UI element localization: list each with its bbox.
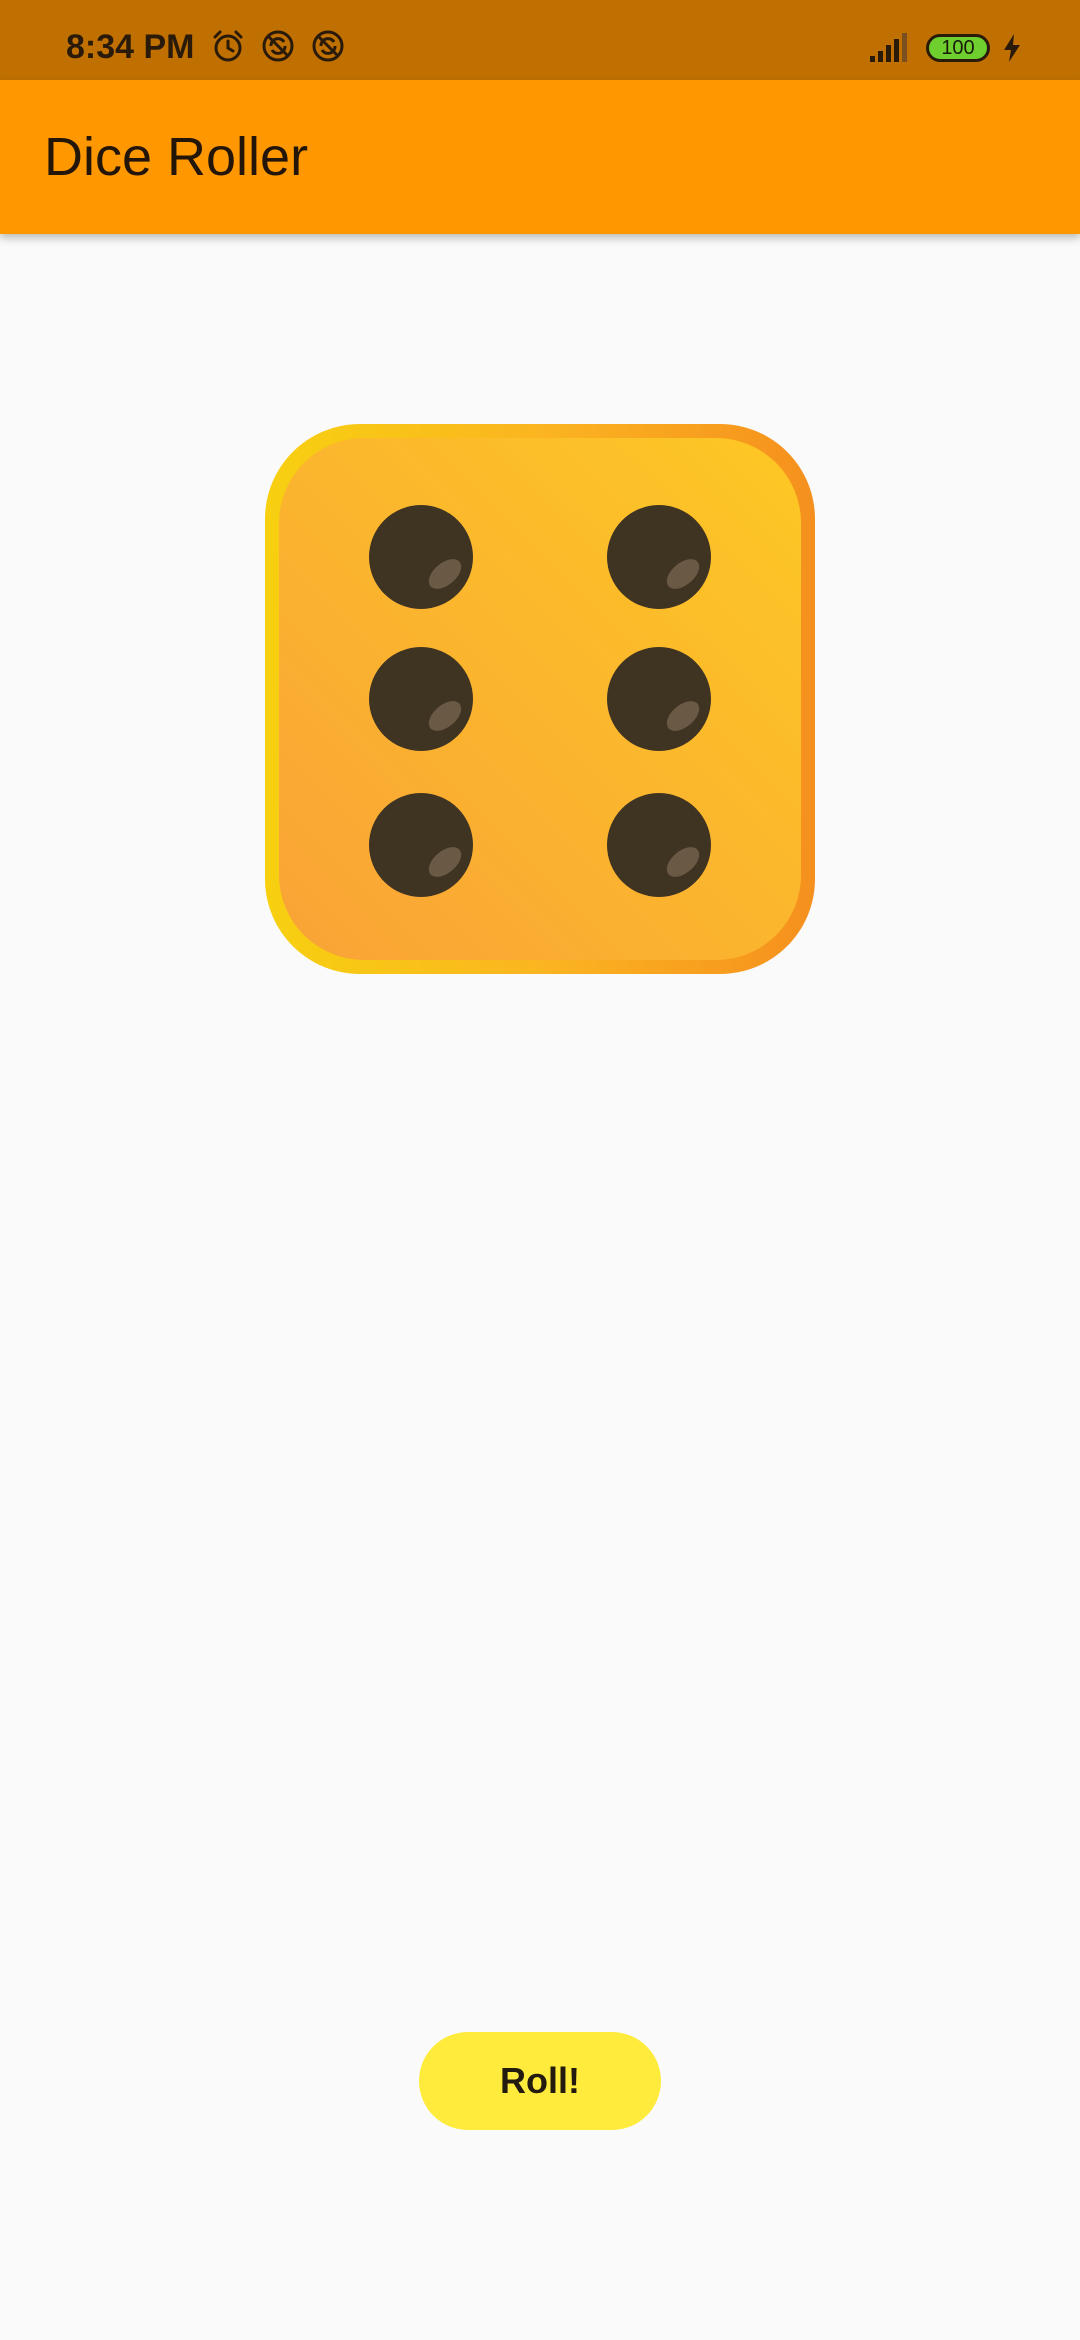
dice-pip: [607, 647, 711, 751]
status-time: 8:34 PM: [66, 28, 195, 66]
app-title: Dice Roller: [44, 127, 309, 187]
alarm-icon: [213, 30, 243, 62]
dice-pip: [607, 505, 711, 609]
dice-pip: [369, 505, 473, 609]
battery-icon: 100: [926, 34, 990, 62]
status-bar: 8:34 PM 100: [0, 0, 1080, 80]
battery-level: 100: [941, 37, 975, 59]
dice-pip: [607, 793, 711, 897]
sync-off-icon: [312, 30, 344, 62]
signal-icon: [870, 33, 907, 62]
dice-pip: [369, 647, 473, 751]
sync-off-icon: [262, 30, 294, 62]
dice-six-image: [265, 424, 815, 974]
charging-icon: [1004, 34, 1020, 62]
app-screen: 8:34 PM 100 Dice Roller Roll!: [0, 0, 1080, 2340]
app-bar: Dice Roller: [0, 80, 1080, 234]
roll-button[interactable]: Roll!: [419, 2032, 661, 2130]
dice-pip: [369, 793, 473, 897]
